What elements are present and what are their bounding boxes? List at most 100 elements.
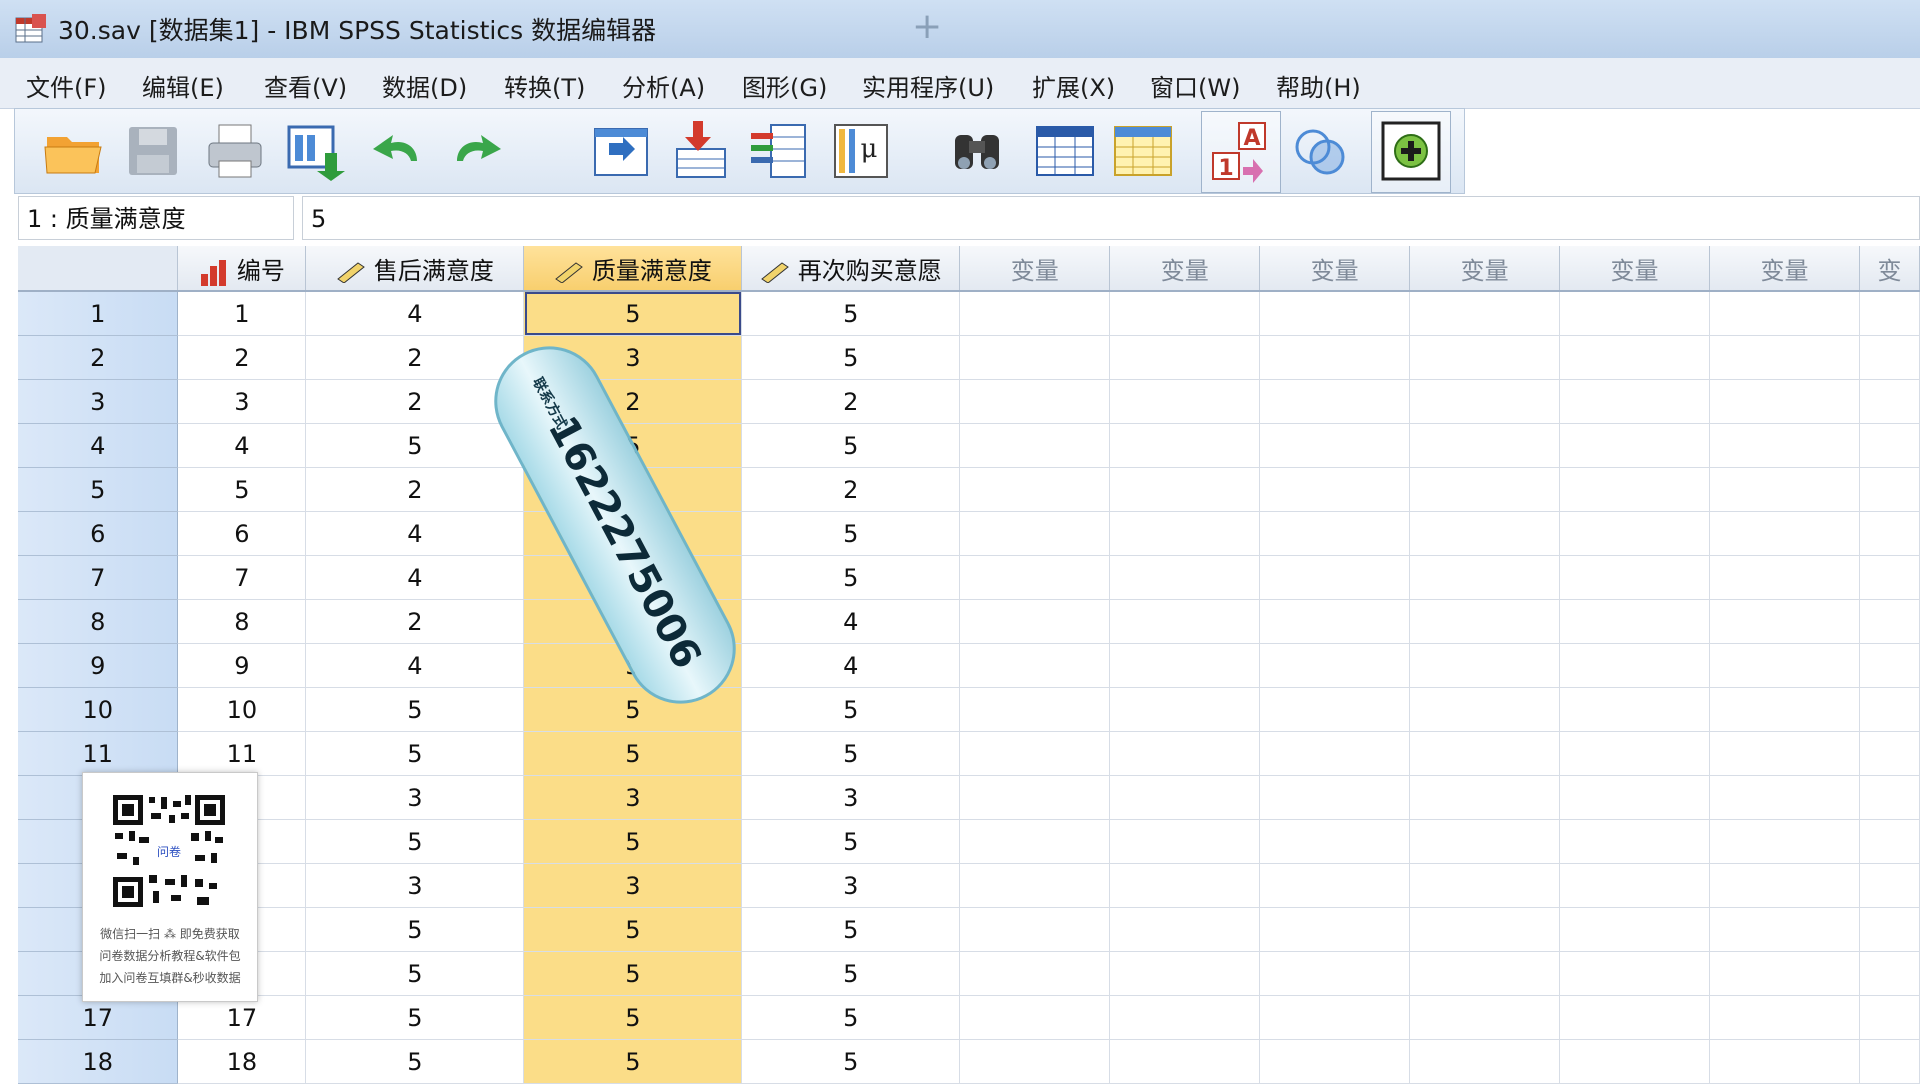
data-cell[interactable]: 5 <box>741 511 961 556</box>
empty-cell[interactable] <box>1709 423 1860 468</box>
data-cell[interactable]: 8 <box>177 599 307 644</box>
data-cell[interactable]: 1 <box>177 291 307 336</box>
empty-cell[interactable] <box>1409 511 1561 556</box>
empty-cell[interactable] <box>959 291 1111 336</box>
data-cell[interactable]: 3 <box>305 863 525 908</box>
empty-cell[interactable] <box>1709 291 1860 336</box>
data-cell[interactable]: 2 <box>305 599 525 644</box>
insert-variable-icon[interactable] <box>1109 117 1177 185</box>
empty-cell[interactable] <box>1859 951 1920 996</box>
empty-cell[interactable] <box>1409 951 1561 996</box>
empty-cell[interactable] <box>1709 995 1860 1040</box>
empty-cell[interactable] <box>1709 819 1860 864</box>
empty-cell[interactable] <box>1409 863 1561 908</box>
data-cell[interactable]: 3 <box>305 775 525 820</box>
empty-cell[interactable] <box>1859 1039 1920 1084</box>
empty-cell[interactable] <box>1559 863 1710 908</box>
menu-window[interactable]: 窗口(W) <box>1150 68 1240 103</box>
data-cell[interactable]: 2 <box>305 467 525 512</box>
empty-cell[interactable] <box>1259 863 1411 908</box>
empty-cell[interactable] <box>1859 731 1920 776</box>
row-header[interactable]: 5 <box>18 467 179 512</box>
empty-cell[interactable] <box>1259 379 1411 424</box>
data-cell[interactable]: 5 <box>523 1039 743 1084</box>
empty-cell[interactable] <box>1559 819 1710 864</box>
empty-cell[interactable] <box>1409 379 1561 424</box>
empty-cell[interactable] <box>959 643 1111 688</box>
empty-cell[interactable] <box>1859 775 1920 820</box>
data-cell[interactable]: 5 <box>305 995 525 1040</box>
empty-cell[interactable] <box>1859 599 1920 644</box>
cell-value-editor[interactable]: 5 <box>302 196 1920 240</box>
empty-cell[interactable] <box>1559 775 1710 820</box>
row-header[interactable]: 4 <box>18 423 179 468</box>
empty-cell[interactable] <box>1559 907 1710 952</box>
insert-cases-icon[interactable] <box>1031 117 1099 185</box>
empty-cell[interactable] <box>1709 599 1860 644</box>
empty-cell[interactable] <box>1259 731 1411 776</box>
menu-data[interactable]: 数据(D) <box>382 68 467 103</box>
row-header[interactable]: 3 <box>18 379 179 424</box>
empty-cell[interactable] <box>1709 555 1860 600</box>
empty-cell[interactable] <box>1559 511 1710 556</box>
empty-cell[interactable] <box>1559 423 1710 468</box>
empty-cell[interactable] <box>959 775 1111 820</box>
data-cell[interactable]: 3 <box>523 775 743 820</box>
data-cell[interactable]: 5 <box>523 907 743 952</box>
empty-cell[interactable] <box>1109 599 1261 644</box>
empty-cell[interactable] <box>1709 1039 1860 1084</box>
empty-cell[interactable] <box>1109 819 1261 864</box>
empty-cell[interactable] <box>959 599 1111 644</box>
data-cell[interactable]: 5 <box>523 819 743 864</box>
empty-cell[interactable] <box>1109 951 1261 996</box>
empty-cell[interactable] <box>1859 379 1920 424</box>
column-header-repurchase[interactable]: 再次购买意愿 <box>741 246 961 292</box>
empty-cell[interactable] <box>1859 643 1920 688</box>
row-header[interactable]: 10 <box>18 687 179 732</box>
row-header[interactable]: 8 <box>18 599 179 644</box>
column-header-id[interactable]: 编号 <box>177 246 307 292</box>
empty-cell[interactable] <box>1859 467 1920 512</box>
empty-cell[interactable] <box>1709 863 1860 908</box>
empty-cell[interactable] <box>1559 555 1710 600</box>
row-header[interactable]: 9 <box>18 643 179 688</box>
empty-cell[interactable] <box>1259 423 1411 468</box>
data-cell[interactable]: 5 <box>741 555 961 600</box>
go-to-variable-icon[interactable] <box>665 117 733 185</box>
menu-help[interactable]: 帮助(H) <box>1276 68 1361 103</box>
empty-cell[interactable] <box>1259 1039 1411 1084</box>
data-cell[interactable]: 5 <box>523 731 743 776</box>
empty-cell[interactable] <box>1259 335 1411 380</box>
empty-cell[interactable] <box>1859 555 1920 600</box>
empty-cell[interactable] <box>1709 379 1860 424</box>
empty-cell[interactable] <box>1859 863 1920 908</box>
empty-cell[interactable] <box>1859 291 1920 336</box>
empty-cell[interactable] <box>1259 643 1411 688</box>
column-header-empty[interactable]: 变量 <box>1409 246 1561 292</box>
empty-cell[interactable] <box>1109 467 1261 512</box>
data-cell[interactable]: 5 <box>305 819 525 864</box>
data-cell[interactable]: 5 <box>741 1039 961 1084</box>
empty-cell[interactable] <box>1559 599 1710 644</box>
empty-cell[interactable] <box>1409 819 1561 864</box>
data-cell[interactable]: 5 <box>305 1039 525 1084</box>
data-cell[interactable]: 5 <box>741 423 961 468</box>
empty-cell[interactable] <box>1859 995 1920 1040</box>
empty-cell[interactable] <box>1559 687 1710 732</box>
data-cell[interactable]: 3 <box>741 775 961 820</box>
data-cell[interactable]: 7 <box>177 555 307 600</box>
data-cell[interactable]: 5 <box>741 687 961 732</box>
menu-analyze[interactable]: 分析(A) <box>622 68 705 103</box>
menu-transform[interactable]: 转换(T) <box>504 68 585 103</box>
data-cell[interactable]: 2 <box>741 379 961 424</box>
data-cell[interactable]: 5 <box>305 423 525 468</box>
data-cell[interactable]: 6 <box>177 511 307 556</box>
empty-cell[interactable] <box>1859 907 1920 952</box>
menu-edit[interactable]: 编辑(E) <box>142 68 224 103</box>
data-cell[interactable]: 5 <box>741 335 961 380</box>
data-cell[interactable]: 4 <box>305 643 525 688</box>
empty-cell[interactable] <box>959 687 1111 732</box>
empty-cell[interactable] <box>959 995 1111 1040</box>
empty-cell[interactable] <box>959 863 1111 908</box>
empty-cell[interactable] <box>959 1039 1111 1084</box>
